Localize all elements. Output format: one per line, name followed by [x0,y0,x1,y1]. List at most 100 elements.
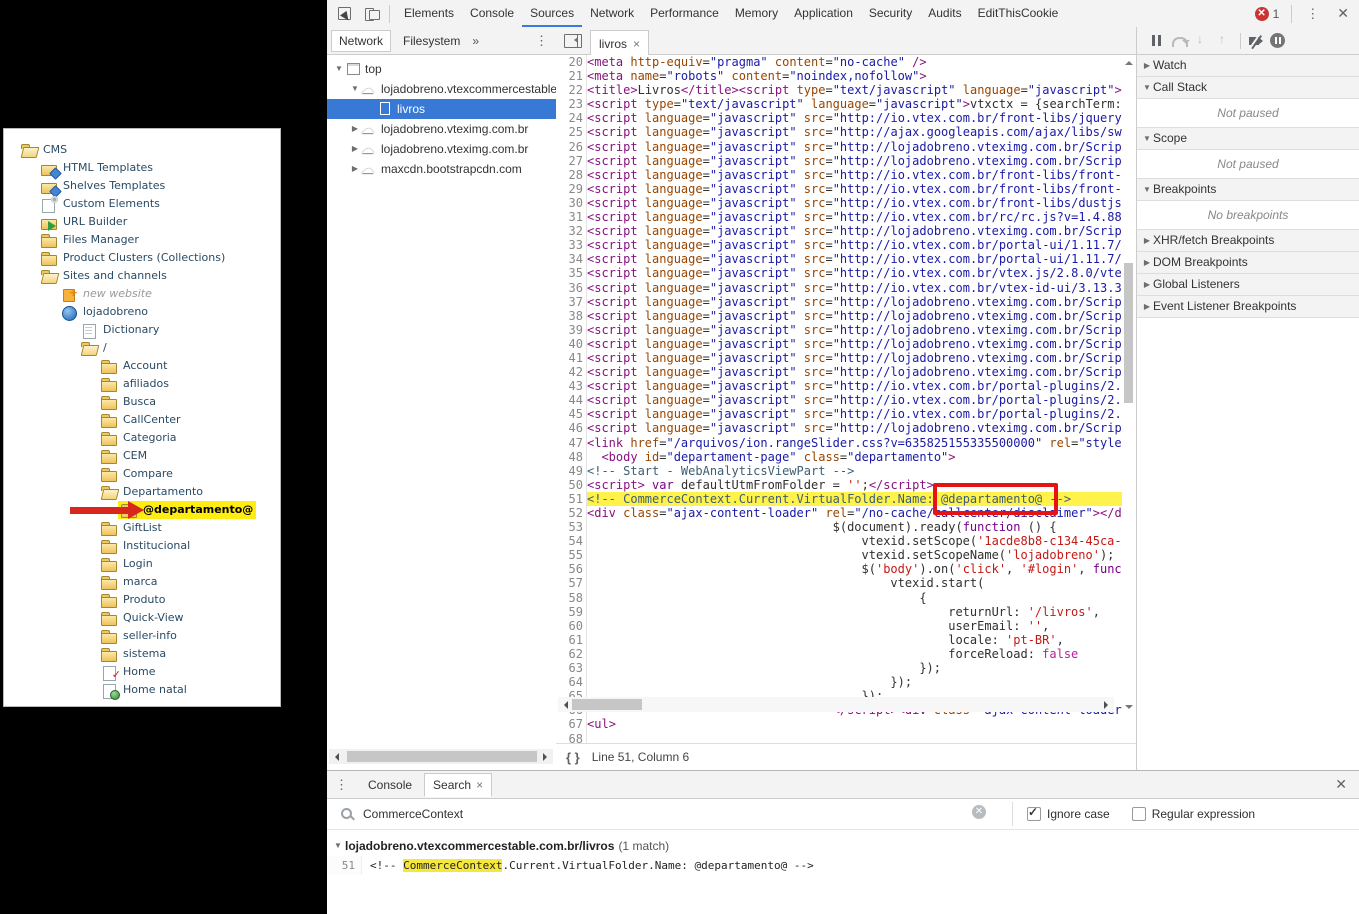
code-line[interactable]: <script language="javascript" src="http:… [587,111,1122,125]
code-line[interactable]: <meta http-equiv="pragma" content="no-ca… [587,55,1122,69]
cms-tree-item[interactable]: Files Manager [4,231,280,249]
error-badge-icon[interactable]: ✕ [1255,7,1269,21]
cms-tree-item[interactable]: Quick-View [4,609,280,627]
navigator-tree-item[interactable]: ▼lojadobreno.vtexcommercestable [327,79,556,99]
navigator-tab-network[interactable]: Network [331,30,391,52]
cms-tree-item[interactable]: Login [4,555,280,573]
code-line[interactable]: locale: 'pt-BR', [587,633,1122,647]
devtools-menu-icon[interactable]: ⋮ [1298,6,1327,22]
code-line[interactable]: <body id="departament-page" class="depar… [587,450,1122,464]
tab-application[interactable]: Application [786,1,861,27]
code-line[interactable]: <script language="javascript" src="http:… [587,125,1122,139]
code-line[interactable]: <script language="javascript" src="http:… [587,154,1122,168]
debugger-section-scope[interactable]: ▼Scope [1137,128,1359,150]
step-out-icon[interactable] [1213,33,1235,49]
cms-tree-item[interactable]: seller-info [4,627,280,645]
code-line[interactable]: forceReload: false [587,647,1122,661]
debugger-section-dom-breakpoints[interactable]: ▶DOM Breakpoints [1137,252,1359,274]
toggle-navigator-icon[interactable] [564,34,582,48]
cms-tree-item[interactable]: GiftList [4,519,280,537]
cms-tree-item[interactable]: Compare [4,465,280,483]
editor-tab-livros[interactable]: livros× [590,30,649,55]
debugger-section-xhr-fetch-breakpoints[interactable]: ▶XHR/fetch Breakpoints [1137,230,1359,252]
drawer-tab-search[interactable]: Search× [424,773,492,797]
code-line[interactable]: <script language="javascript" src="http:… [587,407,1122,421]
tab-security[interactable]: Security [861,1,920,27]
code-line[interactable]: <script language="javascript" src="http:… [587,393,1122,407]
code-line[interactable]: <script language="javascript" src="http:… [587,281,1122,295]
code-line[interactable]: <script> var defaultUtmFromFolder = '';<… [587,478,1122,492]
code-line[interactable]: <script language="javascript" src="http:… [587,140,1122,154]
cms-tree-item[interactable]: Categoria [4,429,280,447]
cms-tree-item[interactable]: lojadobreno [4,303,280,321]
navigator-tree-item[interactable]: ▼top [327,59,556,79]
code-line[interactable] [587,732,1122,744]
inspect-element-icon[interactable] [335,5,355,23]
tab-editthiscookie[interactable]: EditThisCookie [970,1,1067,27]
editor-vscrollbar[interactable] [1123,57,1135,713]
code-line[interactable]: { [587,591,1122,605]
tab-elements[interactable]: Elements [396,1,462,27]
debugger-section-watch[interactable]: ▶Watch [1137,55,1359,77]
cms-tree-item[interactable]: marca [4,573,280,591]
code-line[interactable]: <script language="javascript" src="http:… [587,224,1122,238]
debugger-section-call-stack[interactable]: ▼Call Stack [1137,77,1359,99]
code-line[interactable]: <script language="javascript" src="http:… [587,168,1122,182]
cms-tree-item[interactable]: CallCenter [4,411,280,429]
tab-performance[interactable]: Performance [642,1,727,27]
cms-tree-item[interactable]: URL Builder [4,213,280,231]
navigator-tree-item[interactable]: ▶lojadobreno.vteximg.com.br [327,119,556,139]
cms-tree-item[interactable]: Product Clusters (Collections) [4,249,280,267]
drawer-menu-icon[interactable]: ⋮ [327,777,356,793]
cms-tree-item[interactable]: Home [4,663,280,681]
code-line[interactable]: <script language="javascript" src="http:… [587,252,1122,266]
code-line[interactable]: <title>Livros</title><script type="text/… [587,83,1122,97]
code-line[interactable]: <!-- CommerceContext.Current.VirtualFold… [587,492,1122,506]
tab-console[interactable]: Console [462,1,522,27]
code-line[interactable]: returnUrl: '/livros', [587,605,1122,619]
navigator-more-tabs-icon[interactable]: » [468,34,483,48]
cms-tree-item[interactable]: / [4,339,280,357]
editor-hscrollbar[interactable] [558,697,1114,712]
cms-tree-item[interactable]: Custom Elements [4,195,280,213]
drawer-tab-console[interactable]: Console [360,774,420,796]
cms-tree-item[interactable]: Shelves Templates [4,177,280,195]
code-line[interactable]: <ul> [587,717,1122,731]
cms-tree-item[interactable]: Departamento [4,483,280,501]
code-line[interactable]: userEmail: '', [587,619,1122,633]
code-line[interactable]: <script language="javascript" src="http:… [587,196,1122,210]
search-result-group[interactable]: ▼ lojadobreno.vtexcommercestable.com.br/… [327,836,1359,856]
code-line[interactable]: <script language="javascript" src="http:… [587,337,1122,351]
expand-icon[interactable]: ▼ [331,836,345,856]
debugger-section-global-listeners[interactable]: ▶Global Listeners [1137,274,1359,296]
code-area[interactable]: 2021222324252627282930313233343536373839… [556,55,1136,743]
code-line[interactable]: <script language="javascript" src="http:… [587,309,1122,323]
navigator-tab-filesystem[interactable]: Filesystem [395,30,468,52]
debugger-section-breakpoints[interactable]: ▼Breakpoints [1137,179,1359,201]
code-line[interactable]: <script language="javascript" src="http:… [587,379,1122,393]
navigator-tree-item[interactable]: livros [327,99,556,119]
cms-tree-item[interactable]: HTML Templates [4,159,280,177]
code-line[interactable]: <script language="javascript" src="http:… [587,351,1122,365]
pretty-print-icon[interactable]: { } [566,750,580,765]
code-line[interactable]: <script language="javascript" src="http:… [587,182,1122,196]
regex-checkbox[interactable] [1132,807,1146,821]
navigator-menu-icon[interactable]: ⋮ [527,33,556,49]
ignore-case-checkbox[interactable] [1027,807,1041,821]
cms-tree-item[interactable]: Institucional [4,537,280,555]
code-line[interactable]: <meta name="robots" content="noindex,nof… [587,69,1122,83]
debugger-section-event-listener-breakpoints[interactable]: ▶Event Listener Breakpoints [1137,296,1359,318]
tab-close-icon[interactable]: × [476,778,483,792]
code-line[interactable]: }); [587,675,1122,689]
code-line[interactable]: <script language="javascript" src="http:… [587,210,1122,224]
cms-tree-item[interactable]: Produto [4,591,280,609]
code-line[interactable]: <!-- Start - WebAnalyticsViewPart --> [587,464,1122,478]
code-line[interactable]: vtexid.start( [587,576,1122,590]
code-line[interactable]: <div class="ajax-content-loader" rel="/n… [587,506,1122,520]
cms-tree-item[interactable]: CEM [4,447,280,465]
search-result-line[interactable]: 51 <!-- CommerceContext.Current.VirtualF… [327,856,1359,875]
step-over-icon[interactable] [1169,33,1191,49]
cms-tree-item[interactable]: new website [4,285,280,303]
device-toolbar-icon[interactable] [363,5,383,23]
drawer-close-icon[interactable]: ✕ [1323,776,1359,793]
